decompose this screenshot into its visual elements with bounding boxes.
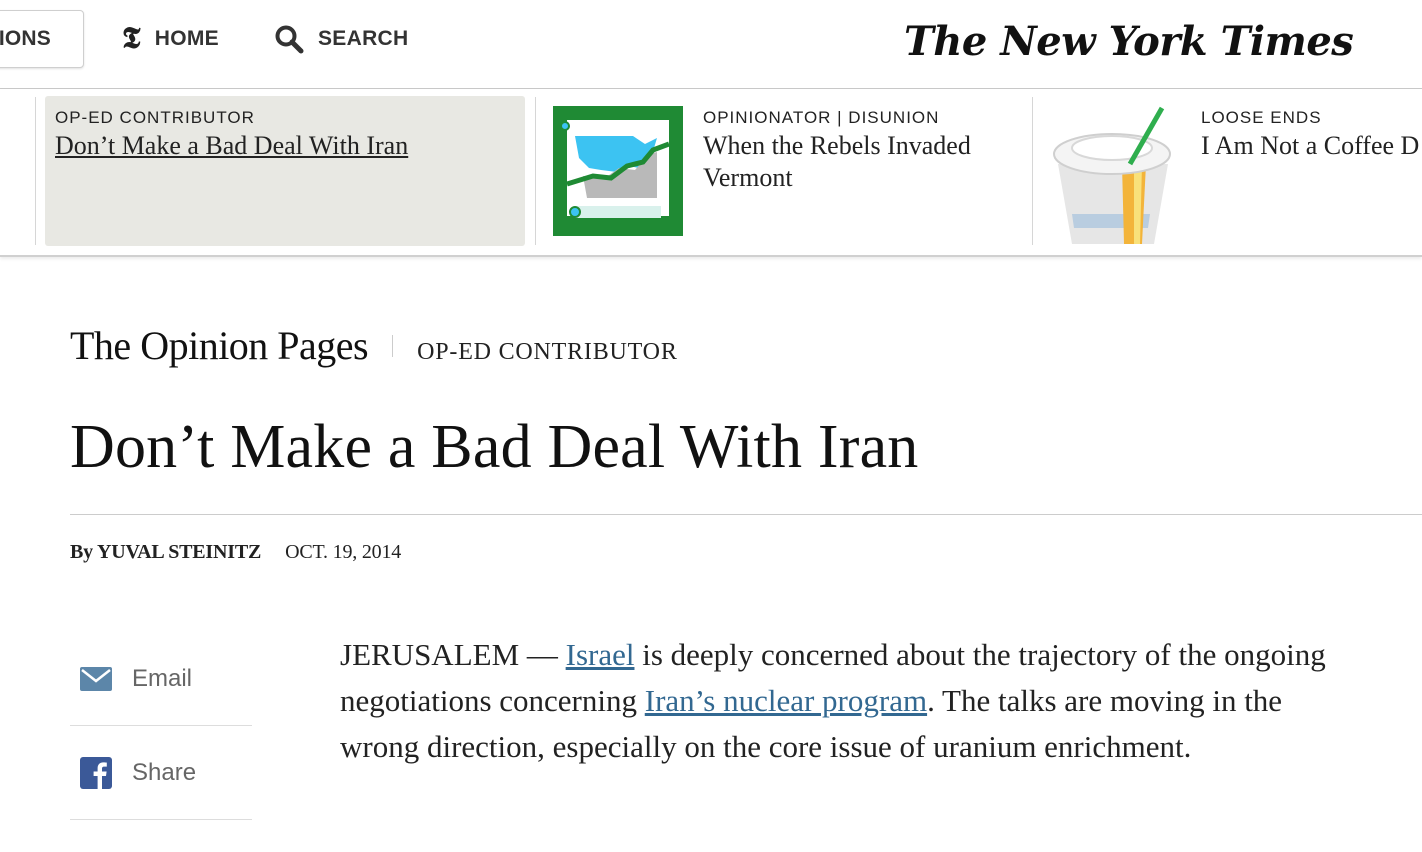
facebook-icon — [80, 756, 112, 789]
story-ribbon: OP-ED CONTRIBUTOR Don’t Make a Bad Deal … — [0, 89, 1422, 257]
nyt-masthead-logo[interactable]: The New York Times — [904, 12, 1354, 72]
publish-date: OCT. 19, 2014 — [285, 541, 402, 563]
byline: By YUVAL STEINITZ OCT. 19, 2014 — [70, 541, 401, 564]
top-bar: SECTIONS 𝕿 HOME SEARCH The New York Time… — [0, 0, 1422, 89]
email-icon — [80, 663, 112, 695]
home-label: HOME — [154, 27, 219, 50]
author-byline[interactable]: By YUVAL STEINITZ — [70, 541, 261, 564]
header-rule — [70, 514, 1422, 515]
email-share-button[interactable]: Email — [70, 632, 252, 726]
story-paragraph: JERUSALEM — Israel is deeply concerned a… — [340, 632, 1350, 770]
share-label: Share — [132, 758, 197, 786]
israel-link[interactable]: Israel — [566, 637, 635, 672]
ribbon-kicker: OP-ED CONTRIBUTOR — [55, 108, 255, 127]
ribbon-kicker: LOOSE ENDS — [1201, 108, 1322, 127]
nyt-t-logo-icon: 𝕿 — [122, 21, 141, 56]
ribbon-divider — [35, 97, 36, 245]
ribbon-divider — [1032, 97, 1033, 245]
sections-label: SECTIONS — [0, 27, 51, 50]
disunion-map-thumbnail — [553, 106, 683, 236]
coffee-cup-thumbnail — [1053, 106, 1171, 244]
article-kicker[interactable]: OP-ED CONTRIBUTOR — [417, 339, 678, 366]
section-divider — [392, 334, 394, 357]
ribbon-item-disunion[interactable]: OPINIONATOR | DISUNION When the Rebels I… — [553, 96, 1023, 246]
ribbon-headline[interactable]: When the Rebels Invaded Vermont — [703, 130, 1013, 194]
facebook-share-button[interactable]: Share — [70, 726, 252, 820]
dateline-text: JERUSALEM — — [340, 637, 566, 672]
search-button[interactable]: SEARCH — [274, 24, 408, 54]
ribbon-headline[interactable]: I Am Not a Coffee D — [1201, 130, 1419, 162]
ribbon-kicker: OPINIONATOR | DISUNION — [703, 108, 940, 127]
email-label: Email — [132, 664, 193, 692]
iran-nuclear-program-link[interactable]: Iran’s nuclear program — [645, 683, 927, 718]
ribbon-headline[interactable]: Don’t Make a Bad Deal With Iran — [55, 130, 408, 162]
sections-button[interactable]: SECTIONS — [0, 10, 84, 68]
home-link[interactable]: 𝕿 HOME — [122, 24, 219, 54]
opinion-pages-link[interactable]: The Opinion Pages — [70, 322, 369, 369]
ribbon-item-current[interactable]: OP-ED CONTRIBUTOR Don’t Make a Bad Deal … — [45, 96, 525, 246]
section-header: The Opinion Pages OP-ED CONTRIBUTOR — [70, 322, 678, 369]
search-icon — [275, 25, 304, 54]
ribbon-divider — [535, 97, 536, 245]
share-tools: Email Share — [70, 632, 252, 820]
search-label: SEARCH — [318, 27, 409, 50]
article-headline: Don’t Make a Bad Deal With Iran — [70, 413, 919, 481]
ribbon-item-loose-ends[interactable]: LOOSE ENDS I Am Not a Coffee D — [1050, 96, 1422, 246]
